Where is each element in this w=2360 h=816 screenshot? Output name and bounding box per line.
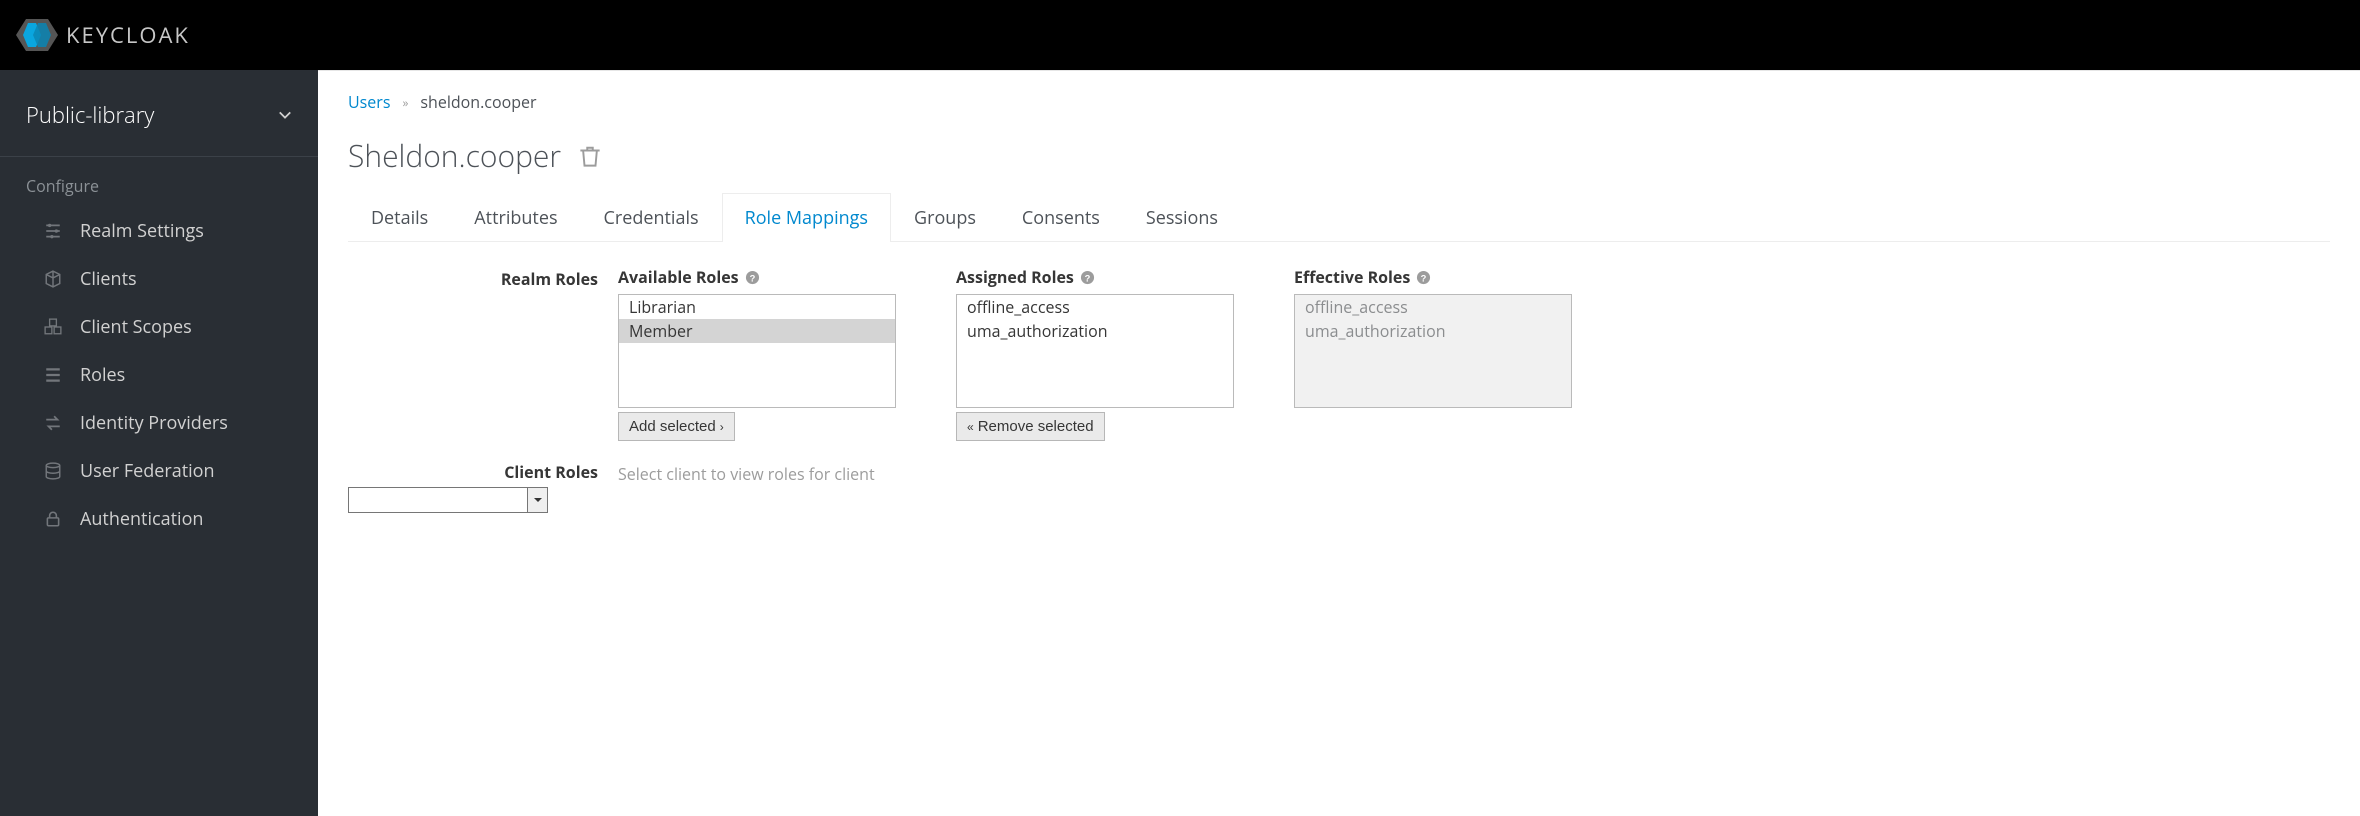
assigned-roles-listbox[interactable]: offline_access uma_authorization [956,294,1234,408]
breadcrumb-current: sheldon.cooper [420,91,536,113]
sliders-icon [44,222,62,240]
available-roles-listbox[interactable]: Librarian Member [618,294,896,408]
sidebar-item-label: Clients [80,267,137,291]
help-icon[interactable]: ? [745,270,760,285]
tab-groups[interactable]: Groups [891,193,999,242]
help-icon[interactable]: ? [1080,270,1095,285]
svg-text:?: ? [1421,273,1427,283]
realm-selector[interactable]: Public-library [0,82,318,157]
tab-credentials[interactable]: Credentials [581,193,722,242]
sidebar-item-roles[interactable]: Roles [0,351,318,399]
exchange-icon [44,414,62,432]
effective-role-option: offline_access [1295,295,1571,319]
dropdown-arrow-icon[interactable] [527,488,547,512]
chevron-down-icon [278,108,292,122]
breadcrumb-parent[interactable]: Users [348,91,390,113]
client-roles-hint: Select client to view roles for client [618,463,875,485]
available-roles-label: Available Roles [618,266,739,288]
client-select-value [349,488,527,512]
breadcrumb: Users » sheldon.cooper [348,91,2330,113]
tabs: Details Attributes Credentials Role Mapp… [348,192,2330,242]
sidebar-item-authentication[interactable]: Authentication [0,495,318,543]
available-role-option[interactable]: Librarian [619,295,895,319]
cubes-icon [44,318,62,336]
add-selected-button[interactable]: Add selected › [618,412,735,441]
tab-consents[interactable]: Consents [999,193,1123,242]
sidebar-item-identity-providers[interactable]: Identity Providers [0,399,318,447]
sidebar-item-label: User Federation [80,459,215,483]
app-header: KEYCLOAK [0,0,2360,70]
svg-text:?: ? [1085,273,1091,283]
page-title: Sheldon.cooper [348,135,561,176]
effective-roles-label: Effective Roles [1294,266,1410,288]
tab-role-mappings[interactable]: Role Mappings [722,193,891,242]
realm-roles-label: Realm Roles [348,266,618,290]
svg-text:?: ? [749,273,755,283]
brand-text: KEYCLOAK [66,20,190,50]
client-roles-label: Client Roles [348,461,598,483]
effective-roles-listbox: offline_access uma_authorization [1294,294,1572,408]
sidebar-item-label: Realm Settings [80,219,204,243]
assigned-roles-label: Assigned Roles [956,266,1074,288]
sidebar-item-label: Authentication [80,507,203,531]
help-icon[interactable]: ? [1416,270,1431,285]
tab-details[interactable]: Details [348,193,451,242]
sidebar-item-realm-settings[interactable]: Realm Settings [0,207,318,255]
remove-selected-button[interactable]: « Remove selected [956,412,1105,441]
trash-icon[interactable] [579,145,601,167]
effective-role-option: uma_authorization [1295,319,1571,343]
tab-sessions[interactable]: Sessions [1123,193,1241,242]
list-icon [44,366,62,384]
chevron-right-icon: › [720,420,724,434]
breadcrumb-separator: » [402,94,408,111]
cube-icon [44,270,62,288]
brand-logo[interactable]: KEYCLOAK [16,17,190,53]
sidebar-item-client-scopes[interactable]: Client Scopes [0,303,318,351]
sidebar-section-label: Configure [0,157,318,207]
realm-name: Public-library [26,100,154,130]
client-select[interactable] [348,487,548,513]
assigned-role-option[interactable]: uma_authorization [957,319,1233,343]
sidebar-item-label: Identity Providers [80,411,228,435]
available-role-option[interactable]: Member [619,319,895,343]
main-content: Users » sheldon.cooper Sheldon.cooper De… [318,70,2360,816]
sidebar-item-label: Roles [80,363,125,387]
sidebar-item-clients[interactable]: Clients [0,255,318,303]
sidebar-item-label: Client Scopes [80,315,192,339]
tab-attributes[interactable]: Attributes [451,193,580,242]
keycloak-logo-icon [16,17,58,53]
chevron-left-icon: « [967,420,974,434]
sidebar-item-user-federation[interactable]: User Federation [0,447,318,495]
lock-icon [44,510,62,528]
database-icon [44,462,62,480]
assigned-role-option[interactable]: offline_access [957,295,1233,319]
sidebar: Public-library Configure Realm Settings … [0,70,318,816]
